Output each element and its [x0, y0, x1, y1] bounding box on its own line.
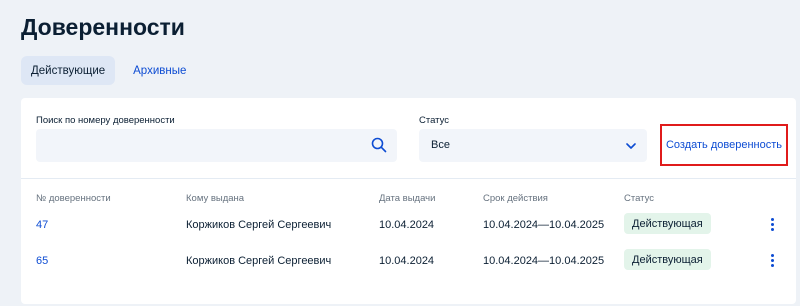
column-header-validity: Срок действия — [483, 193, 548, 204]
more-vertical-icon[interactable] — [767, 218, 777, 234]
status-select[interactable]: Все — [419, 129, 647, 162]
status-label: Статус — [419, 115, 450, 126]
status-badge: Действующая — [624, 249, 711, 270]
column-header-number: № доверенности — [36, 193, 111, 204]
chevron-down-icon — [626, 143, 636, 149]
page-title: Доверенности — [21, 14, 185, 40]
search-input[interactable] — [36, 129, 366, 162]
create-trust-button[interactable]: Создать доверенность — [660, 124, 788, 166]
search-field[interactable] — [36, 129, 397, 162]
status-selected-value: Все — [431, 139, 450, 151]
column-header-issued-to: Кому выдана — [186, 193, 245, 204]
validity-period: 10.04.2024—10.04.2025 — [483, 255, 605, 267]
search-label: Поиск по номеру доверенности — [36, 115, 175, 126]
search-icon[interactable] — [371, 137, 387, 153]
trust-number-link[interactable]: 47 — [36, 219, 48, 231]
issued-to: Коржиков Сергей Сергеевич — [186, 219, 332, 231]
tab-archive[interactable]: Архивные — [123, 56, 196, 85]
issue-date: 10.04.2024 — [379, 255, 435, 267]
validity-period: 10.04.2024—10.04.2025 — [483, 219, 605, 231]
trust-number-link[interactable]: 65 — [36, 255, 48, 267]
column-header-status: Статус — [624, 193, 655, 204]
column-header-issue-date: Дата выдачи — [379, 193, 436, 204]
tab-active[interactable]: Действующие — [21, 56, 116, 85]
trusts-card: Поиск по номеру доверенности Статус Все … — [21, 98, 796, 304]
status-badge: Действующая — [624, 213, 711, 234]
tabs: Действующие Архивные — [21, 56, 196, 85]
more-vertical-icon[interactable] — [767, 254, 777, 270]
divider — [21, 178, 796, 179]
issued-to: Коржиков Сергей Сергеевич — [186, 255, 332, 267]
issue-date: 10.04.2024 — [379, 219, 435, 231]
